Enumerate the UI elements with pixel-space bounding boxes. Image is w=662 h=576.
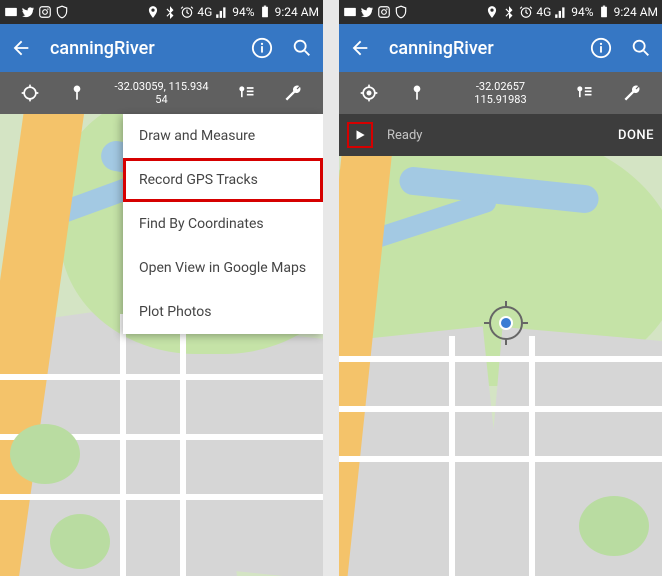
signal-icon (554, 5, 568, 19)
location-icon (146, 5, 160, 19)
phone-right: 4G 94% 9:24 AM canningRiver -32.02657 11… (339, 0, 662, 576)
map[interactable] (339, 156, 662, 576)
pin-list-icon[interactable] (574, 83, 594, 103)
signal-icon (215, 5, 229, 19)
status-bar: 4G 94% 9:24 AM (339, 0, 662, 24)
page-title: canningRiver (50, 38, 233, 59)
location-icon (485, 5, 499, 19)
app-bar: canningRiver (0, 24, 323, 72)
record-play-button[interactable] (347, 122, 373, 148)
gps-fix-icon[interactable] (359, 83, 379, 103)
status-icons-left (343, 5, 408, 19)
search-icon[interactable] (291, 37, 313, 59)
toolbar: -32.03059, 115.934 54 (0, 72, 323, 114)
mail-icon (4, 5, 18, 19)
done-button[interactable]: DONE (618, 128, 654, 143)
menu-record-gps[interactable]: Record GPS Tracks (123, 158, 323, 202)
coordinates[interactable]: -32.03059, 115.934 54 (114, 80, 208, 106)
back-icon[interactable] (349, 37, 371, 59)
battery-pct: 94% (571, 5, 593, 19)
instagram-icon (377, 5, 391, 19)
coord-line2: 54 (114, 93, 208, 106)
coord-line1: -32.02657 (455, 80, 545, 93)
info-icon[interactable] (590, 37, 612, 59)
pin-icon[interactable] (407, 83, 427, 103)
pin-list-icon[interactable] (236, 83, 256, 103)
location-marker (489, 306, 523, 340)
info-icon[interactable] (251, 37, 273, 59)
menu-find-coords[interactable]: Find By Coordinates (123, 202, 323, 246)
coord-line1: -32.03059, 115.934 (114, 80, 208, 93)
wrench-icon[interactable] (622, 83, 642, 103)
clock-label: 9:24 AM (614, 5, 658, 19)
battery-pct: 94% (232, 5, 254, 19)
network-label: 4G (197, 5, 212, 19)
menu-plot-photos[interactable]: Plot Photos (123, 290, 323, 334)
search-icon[interactable] (630, 37, 652, 59)
context-menu: Draw and Measure Record GPS Tracks Find … (123, 114, 323, 334)
coord-line2: 115.91983 (455, 93, 545, 106)
status-icons-right: 4G 94% 9:24 AM (146, 5, 319, 19)
status-icons-right: 4G 94% 9:24 AM (485, 5, 658, 19)
app-bar: canningRiver (339, 24, 662, 72)
alarm-icon (519, 5, 533, 19)
clock-label: 9:24 AM (275, 5, 319, 19)
instagram-icon (38, 5, 52, 19)
network-label: 4G (536, 5, 551, 19)
twitter-icon (21, 5, 35, 19)
back-icon[interactable] (10, 37, 32, 59)
menu-open-gmaps[interactable]: Open View in Google Maps (123, 246, 323, 290)
recording-bar: Ready DONE (339, 114, 662, 156)
battery-icon (597, 5, 611, 19)
phone-left: 4G 94% 9:24 AM canningRiver -32.03059, 1… (0, 0, 323, 576)
bluetooth-icon (502, 5, 516, 19)
mail-icon (343, 5, 357, 19)
status-bar: 4G 94% 9:24 AM (0, 0, 323, 24)
battery-icon (258, 5, 272, 19)
bluetooth-icon (163, 5, 177, 19)
play-icon (353, 128, 367, 142)
pin-icon[interactable] (67, 83, 87, 103)
shield-icon (55, 5, 69, 19)
alarm-icon (180, 5, 194, 19)
twitter-icon (360, 5, 374, 19)
shield-icon (394, 5, 408, 19)
coordinates[interactable]: -32.02657 115.91983 (455, 80, 545, 106)
wrench-icon[interactable] (283, 83, 303, 103)
toolbar: -32.02657 115.91983 (339, 72, 662, 114)
gps-fix-icon[interactable] (20, 83, 40, 103)
status-icons-left (4, 5, 69, 19)
recording-status: Ready (387, 128, 604, 143)
menu-draw-measure[interactable]: Draw and Measure (123, 114, 323, 158)
page-title: canningRiver (389, 38, 572, 59)
